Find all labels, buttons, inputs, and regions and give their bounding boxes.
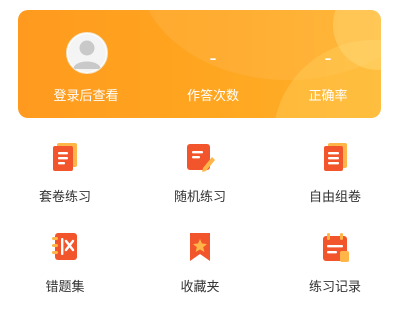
bookmark-star-icon xyxy=(190,233,210,261)
mode-label: 错题集 xyxy=(45,280,85,295)
mode-favorites[interactable]: 收藏夹 xyxy=(135,230,265,310)
avatar[interactable] xyxy=(66,32,108,74)
edit-note-icon xyxy=(187,144,215,172)
document-icon xyxy=(53,143,77,171)
mode-label: 自由组卷 xyxy=(308,190,361,205)
mode-wrong-questions[interactable]: 错题集 xyxy=(0,230,130,310)
mode-label: 收藏夹 xyxy=(180,280,220,295)
wrong-book-icon xyxy=(52,233,77,260)
mode-random-practice[interactable]: 随机练习 xyxy=(135,140,265,220)
attempts-label: 作答次数 xyxy=(186,89,239,104)
mode-label: 随机练习 xyxy=(173,190,226,205)
record-clipboard-icon xyxy=(323,233,349,262)
mode-paper-practice[interactable]: 套卷练习 xyxy=(0,140,130,220)
accuracy-value: - xyxy=(324,46,332,70)
accuracy-label: 正确率 xyxy=(308,89,348,104)
mode-label: 套卷练习 xyxy=(38,190,91,205)
mode-custom-paper[interactable]: 自由组卷 xyxy=(270,140,400,220)
mode-label: 练习记录 xyxy=(308,280,361,295)
login-prompt[interactable]: 登录后查看 xyxy=(18,88,154,106)
mode-practice-record[interactable]: 练习记录 xyxy=(270,230,400,310)
stacked-papers-icon xyxy=(324,143,347,171)
default-user-icon xyxy=(68,34,106,72)
attempts-value: - xyxy=(209,46,217,70)
stats-banner: 登录后查看 - 作答次数 - 正确率 xyxy=(18,10,381,118)
login-block[interactable]: 登录后查看 xyxy=(18,10,154,118)
attempts-stat: - 作答次数 xyxy=(168,10,258,118)
accuracy-stat: - 正确率 xyxy=(298,10,358,118)
